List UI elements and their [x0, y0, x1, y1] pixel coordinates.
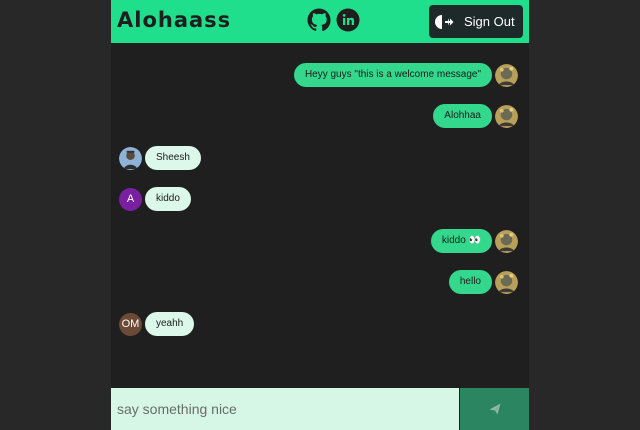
message-bubble: kiddo: [145, 187, 191, 211]
message-list: Heyy guys "this is a welcome message" Al…: [111, 43, 529, 388]
message-composer: [111, 388, 529, 430]
message-bubble: Heyy guys "this is a welcome message": [293, 63, 492, 87]
sign-out-button[interactable]: Sign Out: [429, 5, 523, 38]
avatar: A: [119, 187, 142, 211]
app-brand: Alohaass: [117, 8, 232, 32]
message-bubble: kiddo 👀: [430, 229, 492, 253]
sign-out-label: Sign Out: [464, 14, 515, 29]
avatar: [495, 104, 518, 128]
message-bubble: yeahh: [145, 312, 195, 336]
github-icon[interactable]: [307, 8, 331, 32]
avatar: [495, 270, 518, 294]
message-row: OM yeahh: [119, 312, 195, 336]
message-input[interactable]: [111, 388, 459, 430]
message-row: Heyy guys "this is a welcome message": [293, 63, 518, 87]
avatar: [119, 146, 142, 170]
paper-plane-icon: [489, 403, 501, 415]
message-row: A kiddo: [119, 187, 191, 211]
message-bubble: Sheesh: [145, 146, 201, 170]
message-row: kiddo 👀: [430, 229, 518, 253]
avatar: [495, 229, 518, 253]
send-button[interactable]: [460, 388, 529, 430]
avatar: [495, 63, 518, 87]
linkedin-icon[interactable]: [336, 8, 360, 32]
message-row: Alohhaa: [433, 104, 518, 128]
avatar: OM: [119, 312, 142, 336]
message-bubble: hello: [448, 270, 492, 294]
app-header: Alohaass Sign Out: [111, 0, 529, 43]
message-row: Sheesh: [119, 146, 201, 170]
message-bubble: Alohhaa: [433, 104, 492, 128]
chat-app: Alohaass Sign Out Heyy guys "this is a w…: [111, 0, 529, 430]
message-row: hello: [448, 270, 518, 294]
sign-out-icon: [434, 12, 454, 32]
